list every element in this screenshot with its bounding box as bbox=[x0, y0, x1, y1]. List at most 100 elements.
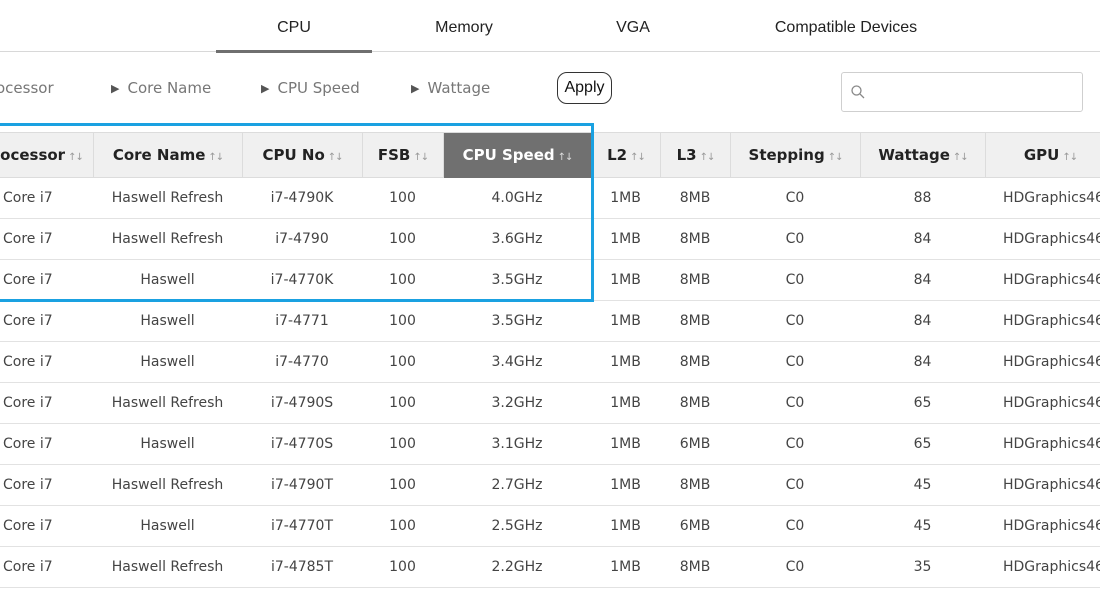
column-header-gpu[interactable]: GPU ↑↓ bbox=[985, 133, 1100, 178]
cell-processor: Core i7 bbox=[3, 190, 53, 206]
filter-processor-label: ocessor bbox=[0, 79, 54, 97]
column-header-label: CPU No bbox=[262, 146, 325, 164]
sort-icon: ↑↓ bbox=[557, 152, 574, 163]
cell-processor: Core i7 bbox=[3, 313, 53, 329]
cell-wattage: 65 bbox=[913, 436, 932, 452]
sort-icon: ↑↓ bbox=[327, 152, 344, 163]
cell-wattage: 45 bbox=[913, 477, 932, 493]
cell-stepping: C0 bbox=[785, 436, 805, 452]
table-row[interactable]: Core i7 Haswell i7-4771 100 3.5GHz 1MB 8MB C0 84… bbox=[0, 301, 1100, 342]
tab-compatible-devices[interactable]: Compatible Devices bbox=[756, 0, 936, 52]
cell-cpu-speed: 3.2GHz bbox=[491, 395, 543, 411]
apply-button[interactable]: Apply bbox=[557, 72, 612, 104]
column-header-stepping[interactable]: Stepping ↑↓ bbox=[730, 133, 860, 178]
cell-wattage: 84 bbox=[913, 354, 932, 370]
cell-cpu-no: i7-4770T bbox=[270, 518, 334, 534]
cell-stepping: C0 bbox=[785, 477, 805, 493]
tab-cpu[interactable]: CPU bbox=[216, 0, 372, 53]
column-header-wattage[interactable]: Wattage ↑↓ bbox=[860, 133, 985, 178]
table-row[interactable]: Core i7 Haswell i7-4770K 100 3.5GHz 1MB 8MB C0 8… bbox=[0, 260, 1100, 301]
cell-wattage: 45 bbox=[913, 518, 932, 534]
cell-cpu-no: i7-4790S bbox=[270, 395, 334, 411]
cell-gpu: HDGraphics460 bbox=[1003, 477, 1100, 493]
tab-bar: CPU Memory VGA Compatible Devices bbox=[0, 0, 1100, 53]
filter-cpu-speed[interactable]: ▶ CPU Speed bbox=[261, 76, 360, 100]
column-header-label: Core Name bbox=[112, 146, 206, 164]
sort-icon: ↑↓ bbox=[68, 152, 84, 163]
column-header-label: L2 bbox=[607, 146, 628, 164]
cell-processor: Core i7 bbox=[3, 477, 53, 493]
cell-cpu-no: i7-4790 bbox=[275, 231, 329, 247]
cell-wattage: 65 bbox=[913, 395, 932, 411]
cell-processor: Core i7 bbox=[3, 272, 53, 288]
table-row[interactable]: Core i7 Haswell Refresh i7-4790T 100 2.7GHz 1… bbox=[0, 465, 1100, 506]
cell-gpu: HDGraphics460 bbox=[1003, 354, 1100, 370]
column-header-cpu-no[interactable]: CPU No ↑↓ bbox=[242, 133, 362, 178]
table-row[interactable]: Core i7 Haswell Refresh i7-4790K 100 4.0GHz 1… bbox=[0, 178, 1100, 219]
cell-wattage: 88 bbox=[913, 190, 932, 206]
sort-icon: ↑↓ bbox=[952, 152, 969, 163]
cell-l2: 1MB bbox=[610, 518, 641, 534]
cell-cpu-speed: 3.4GHz bbox=[491, 354, 543, 370]
triangle-right-icon: ▶ bbox=[411, 82, 420, 95]
cell-l2: 1MB bbox=[610, 231, 641, 247]
table-row[interactable]: Core i7 Haswell i7-4770 100 3.4GHz 1MB 8MB C0 84… bbox=[0, 342, 1100, 383]
cell-cpu-no: i7-4785T bbox=[270, 559, 334, 575]
cell-l2: 1MB bbox=[610, 272, 641, 288]
cell-wattage: 84 bbox=[913, 313, 932, 329]
column-header-label: Wattage bbox=[878, 146, 950, 164]
column-header-fsb[interactable]: FSB ↑↓ bbox=[362, 133, 443, 178]
column-header-label: FSB bbox=[377, 146, 411, 164]
cell-stepping: C0 bbox=[785, 354, 805, 370]
column-header-l3[interactable]: L3 ↑↓ bbox=[660, 133, 730, 178]
column-header-cpu-speed[interactable]: CPU Speed ↑↓ bbox=[443, 133, 591, 178]
cell-core-name: Haswell Refresh bbox=[111, 231, 224, 247]
table-row[interactable]: Core i7 Haswell Refresh i7-4785T 100 2.2GHz 1… bbox=[0, 547, 1100, 588]
column-header-core-name[interactable]: Core Name ↑↓ bbox=[93, 133, 242, 178]
cell-gpu: HDGraphics460 bbox=[1003, 395, 1100, 411]
table-row[interactable]: Core i7 Haswell Refresh i7-4790S 100 3.2GHz 1… bbox=[0, 383, 1100, 424]
table-row[interactable]: Core i7 Haswell i7-4770T 100 2.5GHz 1MB 6MB C0 4… bbox=[0, 506, 1100, 547]
tab-vga[interactable]: VGA bbox=[583, 0, 683, 52]
cell-core-name: Haswell Refresh bbox=[111, 477, 224, 493]
cell-stepping: C0 bbox=[785, 190, 805, 206]
cell-fsb: 100 bbox=[389, 313, 416, 329]
cell-cpu-speed: 3.6GHz bbox=[491, 231, 543, 247]
cell-core-name: Haswell Refresh bbox=[111, 190, 224, 206]
column-header-label: CPU Speed bbox=[462, 146, 555, 164]
cell-stepping: C0 bbox=[785, 272, 805, 288]
cell-l3: 8MB bbox=[679, 559, 711, 575]
table-row[interactable]: Core i7 Haswell Refresh i7-4790 100 3.6GHz 1M… bbox=[0, 219, 1100, 260]
cell-gpu: HDGraphics460 bbox=[1003, 231, 1100, 247]
cell-stepping: C0 bbox=[785, 231, 805, 247]
cell-core-name: Haswell bbox=[140, 272, 195, 288]
column-header-l2[interactable]: L2 ↑↓ bbox=[591, 133, 660, 178]
filter-processor[interactable]: ocessor bbox=[0, 76, 54, 100]
filter-core-name[interactable]: ▶ Core Name bbox=[111, 76, 211, 100]
cell-fsb: 100 bbox=[389, 190, 416, 206]
sort-icon: ↑↓ bbox=[1062, 152, 1078, 163]
cell-l2: 1MB bbox=[610, 436, 641, 452]
cell-cpu-no: i7-4770 bbox=[275, 354, 329, 370]
cell-cpu-no: i7-4770S bbox=[270, 436, 334, 452]
tab-memory[interactable]: Memory bbox=[404, 0, 524, 52]
filter-wattage[interactable]: ▶ Wattage bbox=[411, 76, 490, 100]
cell-processor: Core i7 bbox=[3, 518, 53, 534]
sort-icon: ↑↓ bbox=[827, 152, 844, 163]
table-row[interactable]: Core i7 Haswell i7-4770S 100 3.1GHz 1MB 6MB C0 6… bbox=[0, 424, 1100, 465]
triangle-right-icon: ▶ bbox=[261, 82, 270, 95]
cell-stepping: C0 bbox=[785, 395, 805, 411]
cell-fsb: 100 bbox=[389, 272, 416, 288]
column-header-label: ocessor bbox=[0, 146, 66, 164]
search-input[interactable] bbox=[870, 77, 1075, 107]
search-box[interactable] bbox=[841, 72, 1083, 112]
cell-cpu-speed: 3.1GHz bbox=[491, 436, 543, 452]
sort-icon: ↑↓ bbox=[413, 152, 429, 163]
sort-icon: ↑↓ bbox=[208, 152, 224, 163]
cell-fsb: 100 bbox=[389, 477, 416, 493]
cell-l3: 8MB bbox=[679, 190, 711, 206]
cell-l3: 8MB bbox=[679, 395, 711, 411]
cell-cpu-speed: 2.7GHz bbox=[491, 477, 543, 493]
cell-cpu-no: i7-4790T bbox=[270, 477, 334, 493]
column-header-processor[interactable]: ocessor ↑↓ bbox=[0, 133, 93, 178]
